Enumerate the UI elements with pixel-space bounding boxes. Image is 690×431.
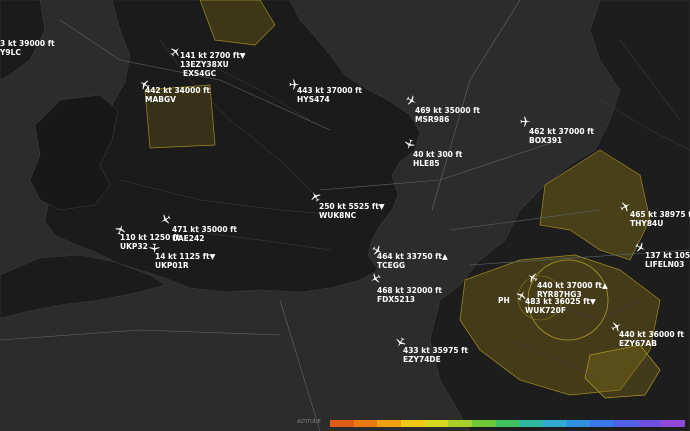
aircraft-label: 483 kt 36025 ft▼ WUK720F bbox=[525, 297, 596, 315]
aircraft-label: EXS4GC bbox=[183, 69, 217, 79]
aircraft-label: PH bbox=[498, 296, 510, 306]
callsign-text: PH bbox=[498, 296, 510, 305]
callsign-text: 13EZY38XU bbox=[180, 59, 229, 69]
aircraft-label: 250 kt 5525 ft▼ WUK8NC bbox=[319, 202, 385, 220]
aircraft-label: 40 kt 300 ft HLE85 bbox=[413, 150, 462, 168]
callsign-text: MSR986 bbox=[415, 114, 450, 124]
legend-swatch bbox=[519, 420, 544, 427]
aircraft-label: 3 kt 39000 ft Y9LC bbox=[0, 39, 55, 57]
aircraft-label: 442 kt 34000 ft MABGV bbox=[145, 86, 210, 104]
aircraft-label: 443 kt 37000 ft HYS474 bbox=[297, 86, 362, 104]
aircraft-label: 433 kt 35975 ft EZY74DE bbox=[403, 346, 468, 364]
flight-map[interactable]: 3 kt 39000 ft Y9LC 141 kt 2700 ft▼ 13EZY38X… bbox=[0, 0, 690, 431]
callsign-text: HLE85 bbox=[413, 158, 440, 168]
callsign-text: TCEGG bbox=[377, 260, 406, 270]
legend-swatch bbox=[448, 420, 473, 427]
legend-swatch bbox=[661, 420, 686, 427]
callsign-text: THY84U bbox=[630, 218, 664, 228]
aircraft-label: 464 kt 33750 ft▲ TCEGG bbox=[377, 252, 448, 270]
callsign-text: Y9LC bbox=[0, 47, 21, 57]
legend-swatch bbox=[330, 420, 354, 427]
callsign-text: EZY74DE bbox=[403, 354, 441, 364]
callsign-text: EXS4GC bbox=[183, 69, 217, 78]
legend-swatch bbox=[590, 420, 615, 427]
aircraft-label: 468 kt 32000 ft FDX5213 bbox=[377, 286, 442, 304]
legend-swatch bbox=[637, 420, 662, 427]
legend-swatch bbox=[614, 420, 638, 427]
aircraft-label: 137 kt 1050 ftLIFELN03 bbox=[645, 251, 690, 269]
aircraft-label: 465 kt 38975 ft THY84U bbox=[630, 210, 690, 228]
callsign-text: EZY67AB bbox=[619, 338, 657, 348]
altitude-legend-label: ALTITUDE bbox=[297, 419, 321, 425]
legend-swatch bbox=[472, 420, 496, 427]
aircraft-label: 469 kt 35000 ft MSR986 bbox=[415, 106, 480, 124]
callsign-text: FDX5213 bbox=[377, 294, 416, 304]
legend-swatch bbox=[353, 420, 378, 427]
airplane-icon[interactable] bbox=[520, 116, 531, 127]
legend-swatch bbox=[424, 420, 449, 427]
aircraft-label: 462 kt 37000 ft BOX391 bbox=[529, 127, 594, 145]
callsign-text: UKP01R bbox=[155, 260, 189, 270]
legend-swatch bbox=[495, 420, 520, 427]
callsign-text: BOX391 bbox=[529, 135, 563, 145]
legend-swatch bbox=[543, 420, 567, 427]
callsign-text: WUK720F bbox=[525, 305, 566, 315]
legend-swatch bbox=[377, 420, 402, 427]
callsign-text: MABGV bbox=[145, 94, 176, 104]
altitude-legend bbox=[330, 420, 686, 427]
aircraft-label: 440 kt 36000 ft EZY67AB bbox=[619, 330, 684, 348]
aircraft-label: 14 kt 1125 ft▼ UKP01R bbox=[155, 252, 215, 270]
legend-swatch bbox=[401, 420, 425, 427]
callsign-text: WUK8NC bbox=[319, 210, 357, 220]
callsign-text: HYS474 bbox=[297, 94, 330, 104]
aircraft-label: 471 kt 35000 ft UAE242 bbox=[172, 225, 237, 243]
legend-swatch bbox=[566, 420, 591, 427]
callsign-text: UAE242 bbox=[172, 233, 205, 243]
callsign-text: LIFELN03 bbox=[645, 259, 685, 269]
aircraft-label: 141 kt 2700 ft▼ 13EZY38XU bbox=[180, 51, 246, 69]
